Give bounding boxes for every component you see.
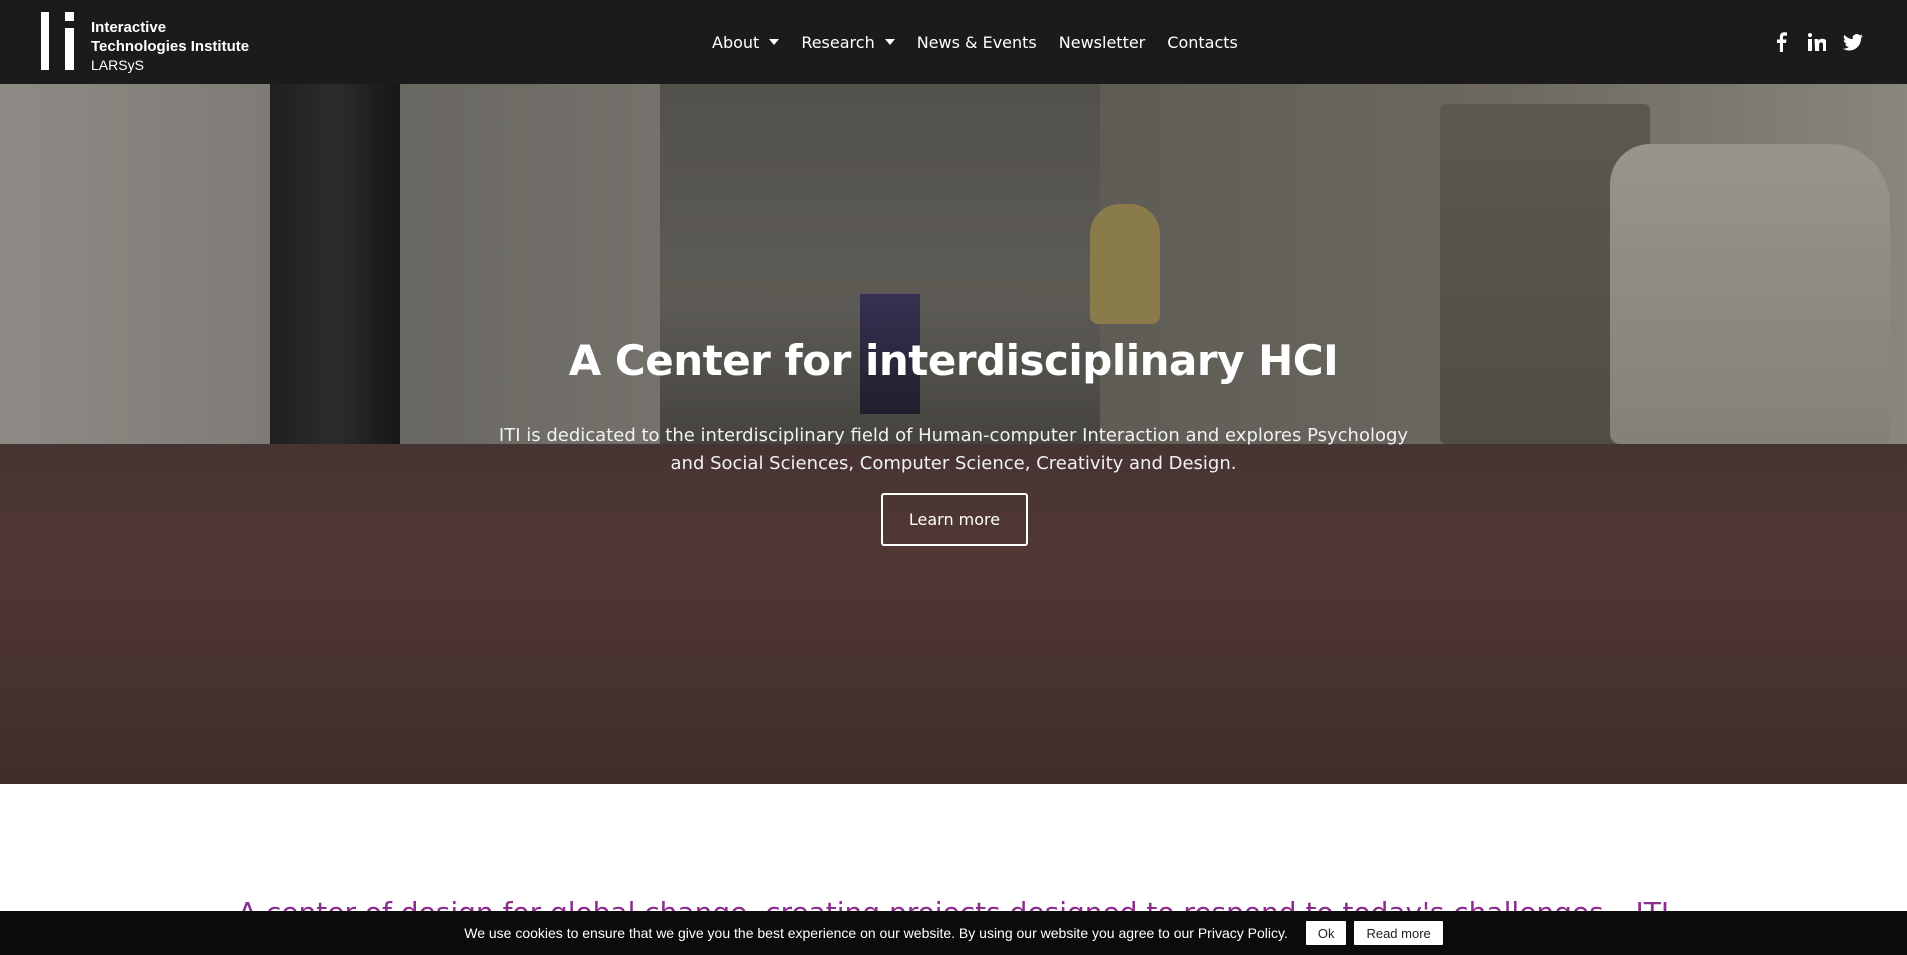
site-header: Interactive Technologies Institute LARSy… [0,0,1907,84]
main-nav: About Research News & Events Newsletter … [712,0,1260,84]
nav-item-contacts[interactable]: Contacts [1167,33,1238,52]
twitter-icon[interactable] [1843,32,1863,52]
nav-item-newsletter[interactable]: Newsletter [1059,33,1146,52]
nav-item-label: About [712,32,760,52]
nav-item-label: Contacts [1167,32,1238,52]
cookie-ok-button[interactable]: Ok [1305,921,1347,945]
nav-item-research[interactable]: Research [801,32,895,52]
nav-item-news-events[interactable]: News & Events [917,33,1037,52]
hero-subtitle: ITI is dedicated to the interdisciplinar… [498,425,1409,474]
cookie-read-more-button[interactable]: Read more [1354,921,1443,945]
facebook-icon[interactable] [1771,32,1791,52]
learn-more-button[interactable]: Learn more [881,493,1028,546]
iti-logo-mark [41,12,81,72]
caret-down-icon [769,39,780,45]
caret-down-icon [884,39,895,45]
logo-text: Interactive Technologies Institute LARSy… [91,18,249,75]
site-logo[interactable]: Interactive Technologies Institute LARSy… [41,12,249,75]
cookie-text: We use cookies to ensure that we give yo… [464,925,1288,941]
linkedin-icon[interactable] [1807,32,1827,52]
hero-section: A Center for interdisciplinary HCI ITI i… [0,84,1907,784]
hero-content: A Center for interdisciplinary HCI ITI i… [0,84,1907,784]
social-links [1755,0,1863,84]
brand-line-1: Interactive [91,19,167,36]
brand-line-3: LARSyS [91,57,144,73]
brand-line-2: Technologies Institute [91,38,250,55]
nav-item-label: Research [801,32,875,52]
cookie-banner: We use cookies to ensure that we give yo… [0,911,1907,955]
nav-item-label: News & Events [916,32,1037,52]
hero-title: A Center for interdisciplinary HCI [568,336,1339,385]
nav-item-about[interactable]: About [712,32,780,52]
nav-item-label: Newsletter [1058,32,1146,52]
